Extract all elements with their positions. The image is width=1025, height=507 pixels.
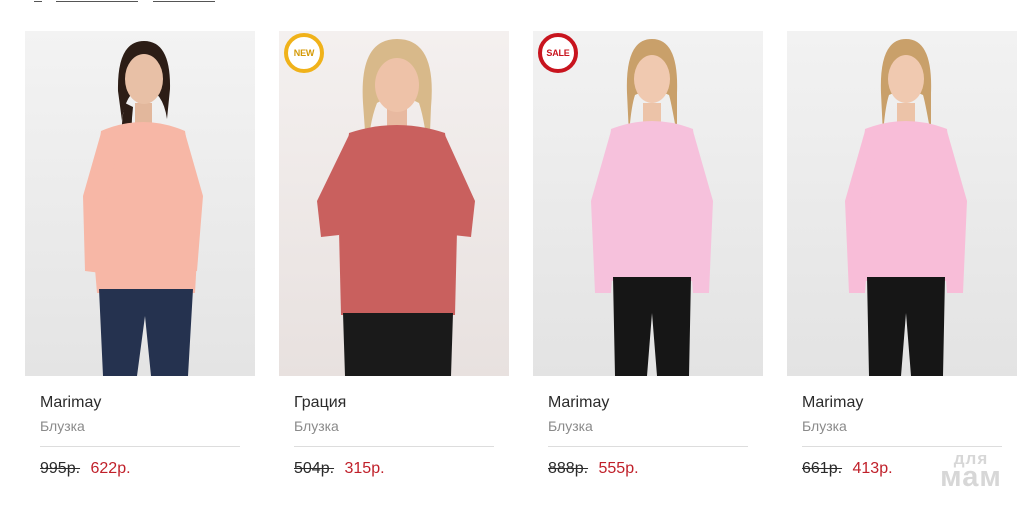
divider	[294, 446, 494, 447]
product-type: Блузка	[802, 418, 847, 434]
sale-price: 315р.	[344, 460, 385, 477]
model-photo-illustration	[25, 31, 255, 376]
old-price: 888р.	[548, 460, 589, 477]
product-photo[interactable]: NEW	[279, 31, 509, 376]
sale-badge: SALE	[538, 33, 578, 73]
product-brand[interactable]: Marimay	[548, 393, 748, 413]
product-grid: Marimay Блузка 995р. 622р. NEW Грация Бл…	[25, 31, 1025, 507]
product-info: Marimay Блузка 888р. 555р.	[548, 393, 748, 479]
product-photo[interactable]	[25, 31, 255, 376]
product-info: Marimay Блузка 995р. 622р.	[40, 393, 240, 479]
product-brand[interactable]: Грация	[294, 393, 494, 413]
product-card[interactable]: Marimay Блузка 661р. 413р.	[787, 31, 1017, 501]
product-card[interactable]: SALE Marimay Блузка 888р. 555р.	[533, 31, 763, 501]
price-block: 504р. 315р.	[294, 459, 494, 479]
watermark-line-2: мам	[940, 461, 1002, 493]
divider	[802, 446, 1002, 447]
product-photo[interactable]	[787, 31, 1017, 376]
model-photo-illustration	[279, 31, 509, 376]
catalog-page: Marimay Блузка 995р. 622р. NEW Грация Бл…	[0, 0, 1025, 507]
breadcrumb-link[interactable]	[153, 0, 215, 2]
breadcrumb-link[interactable]	[56, 0, 138, 2]
product-brand[interactable]: Marimay	[40, 393, 240, 413]
old-price: 504р.	[294, 460, 335, 477]
old-price: 661р.	[802, 460, 843, 477]
price-block: 995р. 622р.	[40, 459, 240, 479]
product-type: Блузка	[548, 418, 593, 434]
sale-price: 555р.	[598, 460, 639, 477]
model-photo-illustration	[787, 31, 1017, 376]
product-card[interactable]: NEW Грация Блузка 504р. 315р.	[279, 31, 509, 501]
divider	[40, 446, 240, 447]
breadcrumb-link[interactable]	[34, 0, 42, 2]
sale-price: 622р.	[90, 460, 131, 477]
product-type: Блузка	[294, 418, 339, 434]
product-info: Грация Блузка 504р. 315р.	[294, 393, 494, 479]
product-brand[interactable]: Marimay	[802, 393, 1002, 413]
sale-price: 413р.	[852, 460, 893, 477]
divider	[548, 446, 748, 447]
product-card[interactable]: Marimay Блузка 995р. 622р.	[25, 31, 255, 501]
model-photo-illustration	[533, 31, 763, 376]
product-photo[interactable]: SALE	[533, 31, 763, 376]
new-badge: NEW	[284, 33, 324, 73]
old-price: 995р.	[40, 460, 81, 477]
product-type: Блузка	[40, 418, 85, 434]
site-watermark: для мам	[931, 450, 1011, 492]
price-block: 888р. 555р.	[548, 459, 748, 479]
